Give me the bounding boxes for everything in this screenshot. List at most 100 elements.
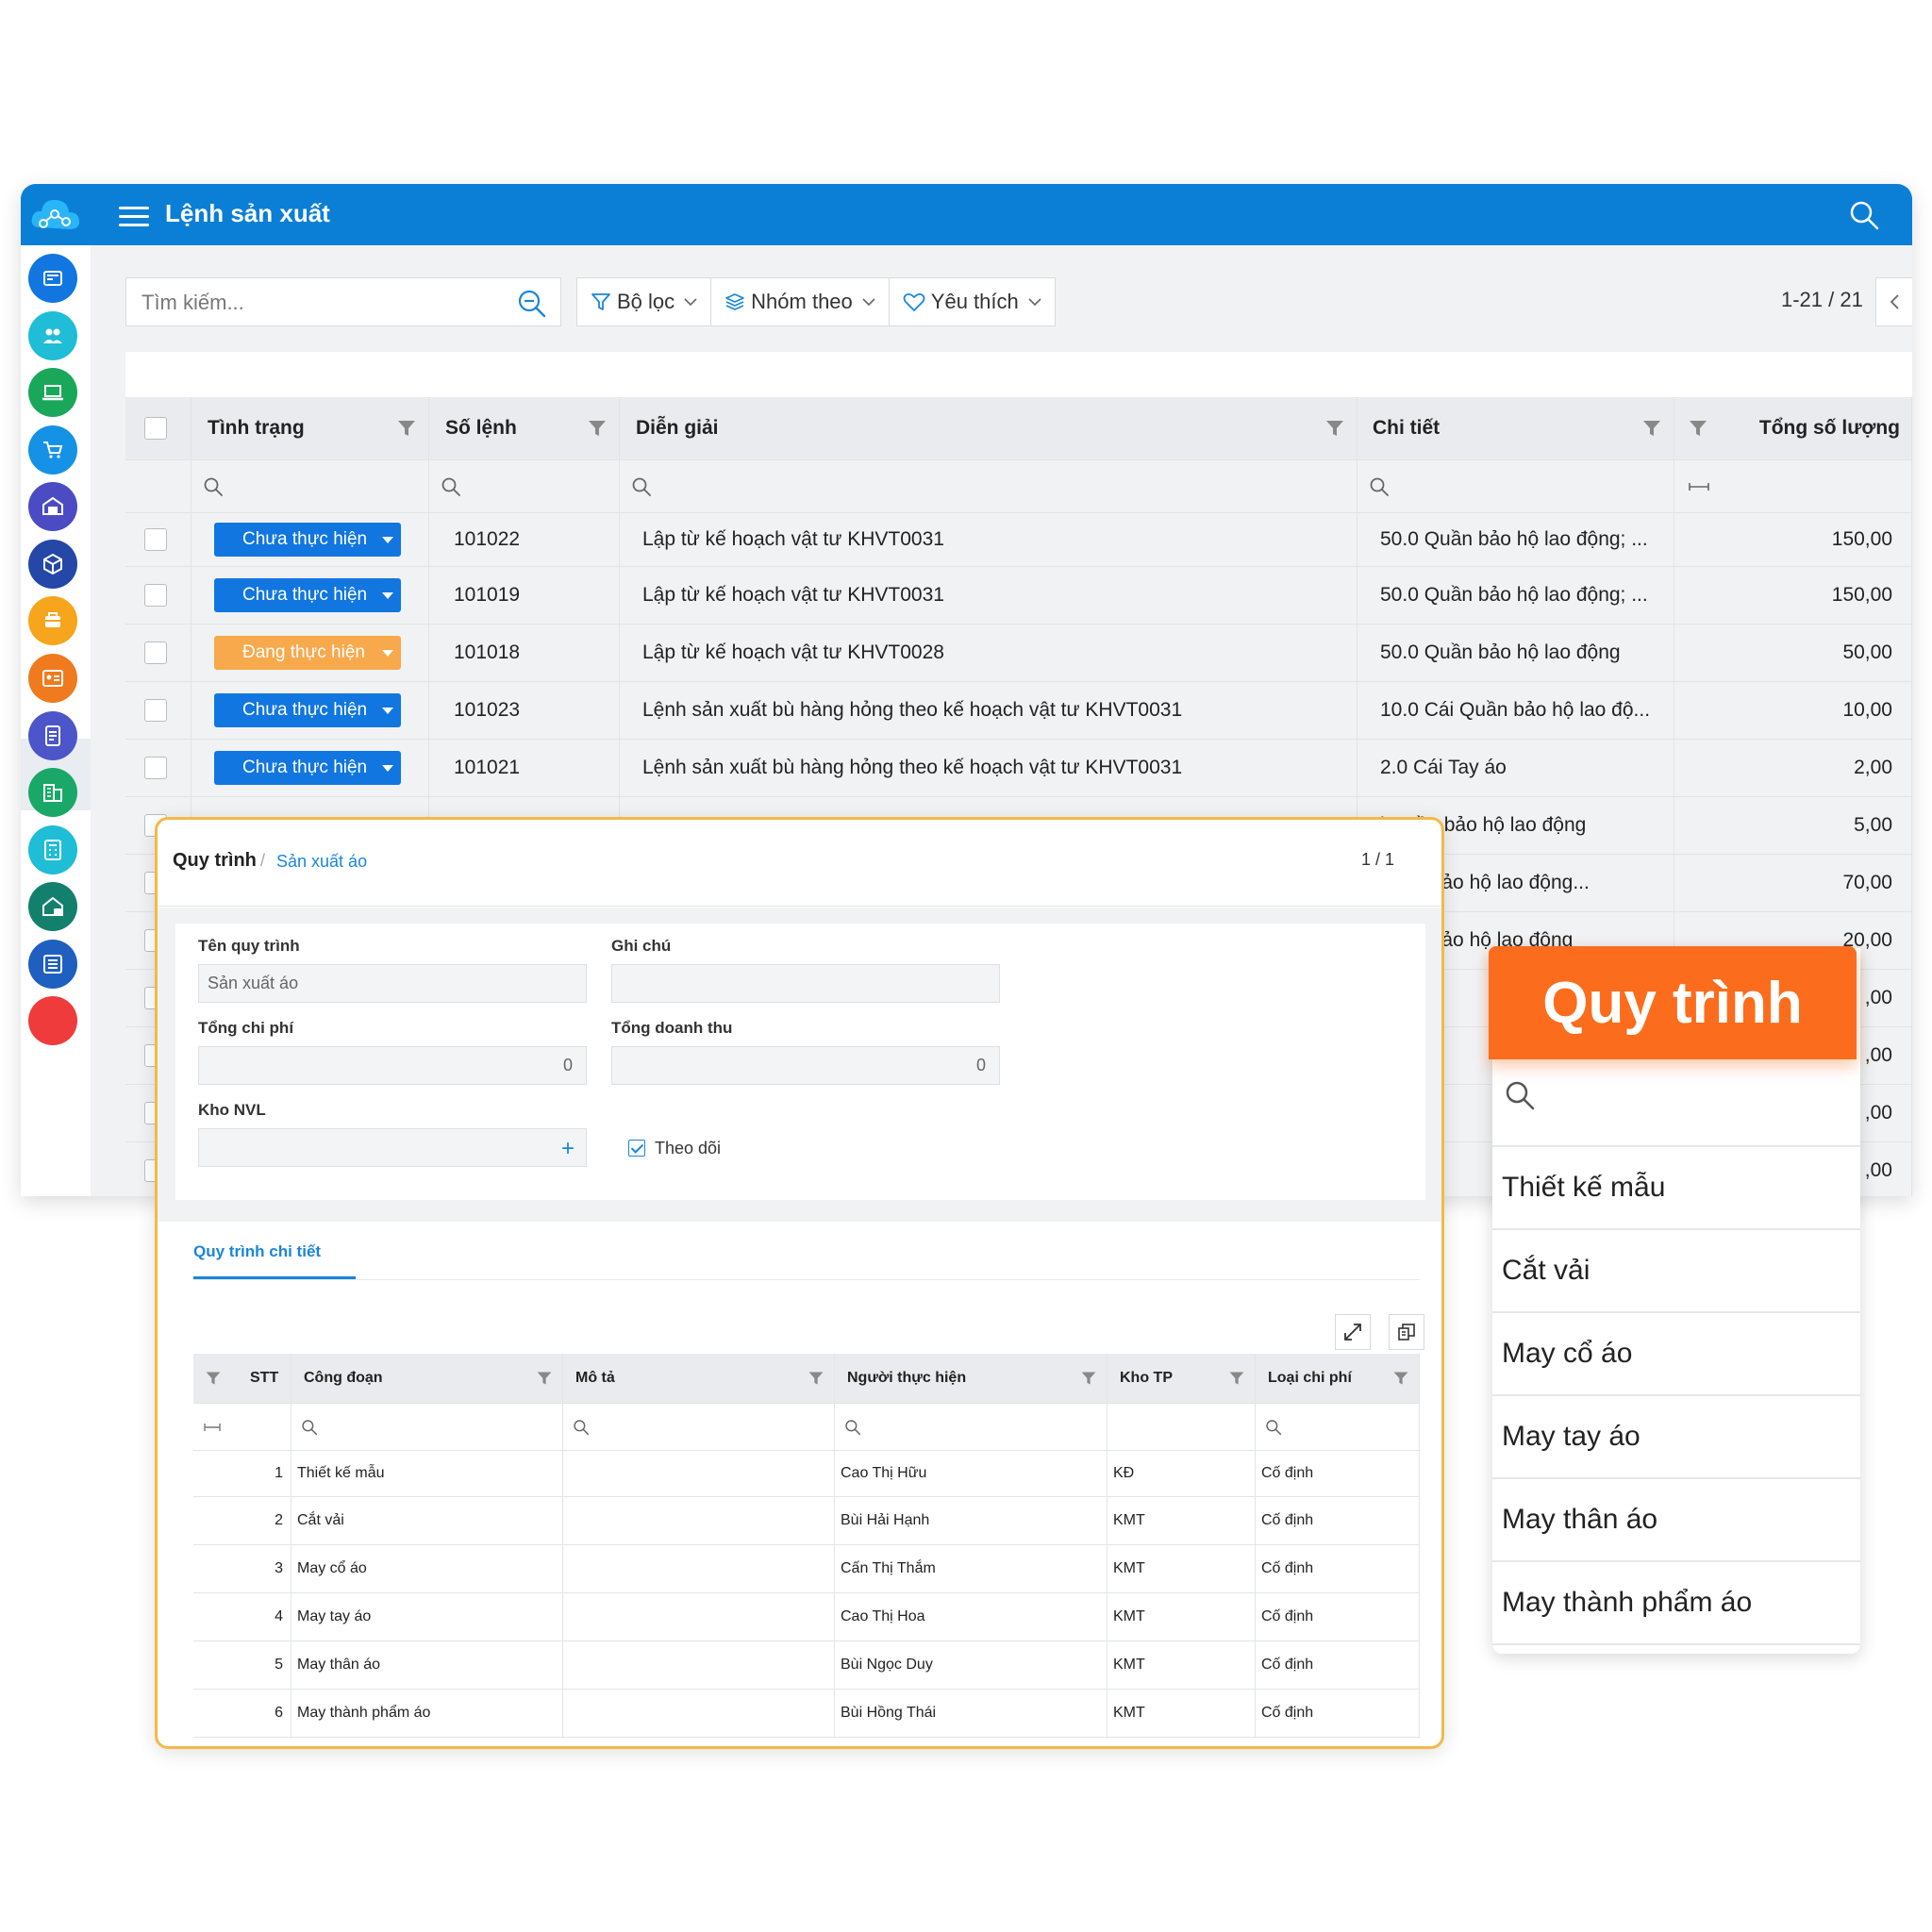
- status-dropdown[interactable]: Chưa thực hiện: [214, 578, 401, 612]
- dropdown-option[interactable]: May thân áo: [1492, 1479, 1860, 1562]
- pager-prev-button[interactable]: [1875, 277, 1912, 326]
- favorite-button[interactable]: Yêu thích: [890, 278, 1055, 325]
- column-settings-button[interactable]: [1389, 1314, 1424, 1350]
- filter-icon[interactable]: [1392, 1370, 1409, 1387]
- filter-icon[interactable]: [396, 418, 417, 439]
- row-select[interactable]: [125, 567, 192, 624]
- column-search-cell[interactable]: [620, 460, 1357, 512]
- search-input[interactable]: [140, 287, 498, 319]
- search-icon[interactable]: [301, 1419, 318, 1436]
- column-search-cell[interactable]: [291, 1404, 563, 1450]
- column-header-stt[interactable]: STT: [193, 1354, 291, 1403]
- sidebar-item-report[interactable]: [28, 940, 77, 989]
- process-name-field[interactable]: Sản xuất áo: [198, 964, 587, 1003]
- filter-icon[interactable]: [205, 1370, 222, 1387]
- range-filter-cell[interactable]: [1674, 460, 1912, 512]
- sidebar-item-users[interactable]: [28, 311, 77, 360]
- column-header-product-warehouse[interactable]: Kho TP: [1108, 1354, 1256, 1403]
- status-dropdown[interactable]: Chưa thực hiện: [214, 751, 401, 785]
- total-cost-field[interactable]: 0: [198, 1046, 587, 1085]
- row-select[interactable]: [125, 740, 192, 796]
- search-icon[interactable]: [631, 476, 652, 497]
- filter-icon[interactable]: [587, 418, 608, 439]
- select-all-checkbox[interactable]: [144, 417, 167, 440]
- sidebar-item-warehouse[interactable]: [28, 482, 77, 531]
- column-search-cell[interactable]: [563, 1404, 835, 1450]
- range-filter-cell[interactable]: [193, 1404, 291, 1450]
- sidebar-item-document[interactable]: [28, 711, 77, 760]
- breadcrumb-root[interactable]: Quy trình: [173, 850, 257, 872]
- sidebar-item-contact-card[interactable]: [28, 654, 77, 703]
- filter-icon[interactable]: [1324, 418, 1345, 439]
- column-search-cell[interactable]: [192, 460, 429, 512]
- column-header-description[interactable]: Mô tả: [563, 1354, 835, 1403]
- row-checkbox[interactable]: [144, 641, 167, 664]
- sidebar-item-dashboard[interactable]: [28, 254, 77, 303]
- column-header-stage[interactable]: Công đoạn: [291, 1354, 563, 1403]
- column-header-detail[interactable]: Chi tiết: [1357, 397, 1674, 459]
- sidebar-item-production[interactable]: [28, 596, 77, 645]
- range-icon[interactable]: [1688, 482, 1710, 491]
- column-header-order-no[interactable]: Số lệnh: [429, 397, 620, 459]
- row-checkbox[interactable]: [144, 699, 167, 722]
- app-logo-icon[interactable]: [28, 190, 83, 241]
- dropdown-search[interactable]: [1492, 1062, 1860, 1147]
- material-warehouse-field[interactable]: +: [198, 1128, 587, 1167]
- breadcrumb-current[interactable]: Sản xuất áo: [276, 852, 367, 872]
- dropdown-option[interactable]: Cắt vải: [1492, 1230, 1860, 1313]
- filter-icon[interactable]: [1688, 418, 1708, 439]
- row-select[interactable]: [125, 625, 192, 681]
- search-icon[interactable]: [844, 1419, 861, 1436]
- search-icon[interactable]: [1848, 199, 1880, 231]
- column-header-description[interactable]: Diễn giải: [620, 397, 1357, 459]
- search-icon[interactable]: [1265, 1419, 1282, 1436]
- filter-button[interactable]: Bộ lọc: [577, 278, 712, 325]
- row-select[interactable]: [125, 682, 192, 739]
- column-search-cell[interactable]: [429, 460, 620, 512]
- filter-icon[interactable]: [808, 1370, 824, 1387]
- filter-icon[interactable]: [1641, 418, 1662, 439]
- note-field[interactable]: [611, 964, 1000, 1003]
- dropdown-option[interactable]: May tay áo: [1492, 1396, 1860, 1479]
- status-dropdown[interactable]: Đang thực hiện: [214, 636, 401, 670]
- search-icon[interactable]: [517, 289, 547, 319]
- dropdown-option[interactable]: May cổ áo: [1492, 1313, 1860, 1396]
- sidebar-item-box[interactable]: [28, 540, 77, 589]
- column-header-performer[interactable]: Người thực hiện: [835, 1354, 1108, 1403]
- row-checkbox[interactable]: [144, 528, 167, 551]
- tab-process-detail[interactable]: Quy trình chi tiết: [193, 1242, 321, 1261]
- filter-icon[interactable]: [1080, 1370, 1097, 1387]
- sidebar-item-home-lock[interactable]: [28, 882, 77, 931]
- column-header-total-qty[interactable]: Tổng số lượng: [1674, 397, 1912, 459]
- row-select[interactable]: [125, 513, 192, 566]
- follow-checkbox[interactable]: [628, 1140, 645, 1157]
- row-checkbox[interactable]: [144, 584, 167, 607]
- row-checkbox[interactable]: [144, 757, 167, 779]
- status-dropdown[interactable]: Chưa thực hiện: [214, 693, 401, 727]
- group-by-button[interactable]: Nhóm theo: [711, 278, 890, 325]
- dropdown-option[interactable]: May thành phẩm áo: [1492, 1562, 1860, 1645]
- status-dropdown[interactable]: Chưa thực hiện: [214, 523, 401, 557]
- sidebar-item-building[interactable]: [28, 768, 77, 817]
- sidebar-item-calculator[interactable]: [28, 825, 77, 874]
- total-revenue-field[interactable]: 0: [611, 1046, 1000, 1085]
- column-header-cost-type[interactable]: Loại chi phí: [1256, 1354, 1420, 1403]
- search-icon[interactable]: [573, 1419, 590, 1436]
- expand-button[interactable]: [1335, 1314, 1371, 1350]
- search-icon[interactable]: [1369, 476, 1390, 497]
- search-icon[interactable]: [203, 476, 224, 497]
- column-search-cell[interactable]: [835, 1404, 1108, 1450]
- hamburger-menu-icon[interactable]: [119, 201, 149, 227]
- add-warehouse-button[interactable]: +: [561, 1136, 575, 1162]
- sidebar-item-laptop[interactable]: [28, 368, 77, 417]
- sidebar-item-more[interactable]: [28, 996, 77, 1045]
- filter-icon[interactable]: [1228, 1370, 1245, 1387]
- range-icon[interactable]: [203, 1423, 222, 1432]
- filter-icon[interactable]: [536, 1370, 553, 1387]
- header-select-all[interactable]: [125, 397, 192, 459]
- search-icon[interactable]: [441, 476, 461, 497]
- dropdown-option[interactable]: Thiết kế mẫu: [1492, 1147, 1860, 1230]
- sidebar-item-cart[interactable]: [28, 425, 77, 475]
- column-header-status[interactable]: Tình trạng: [192, 397, 429, 459]
- column-search-cell[interactable]: [1357, 460, 1674, 512]
